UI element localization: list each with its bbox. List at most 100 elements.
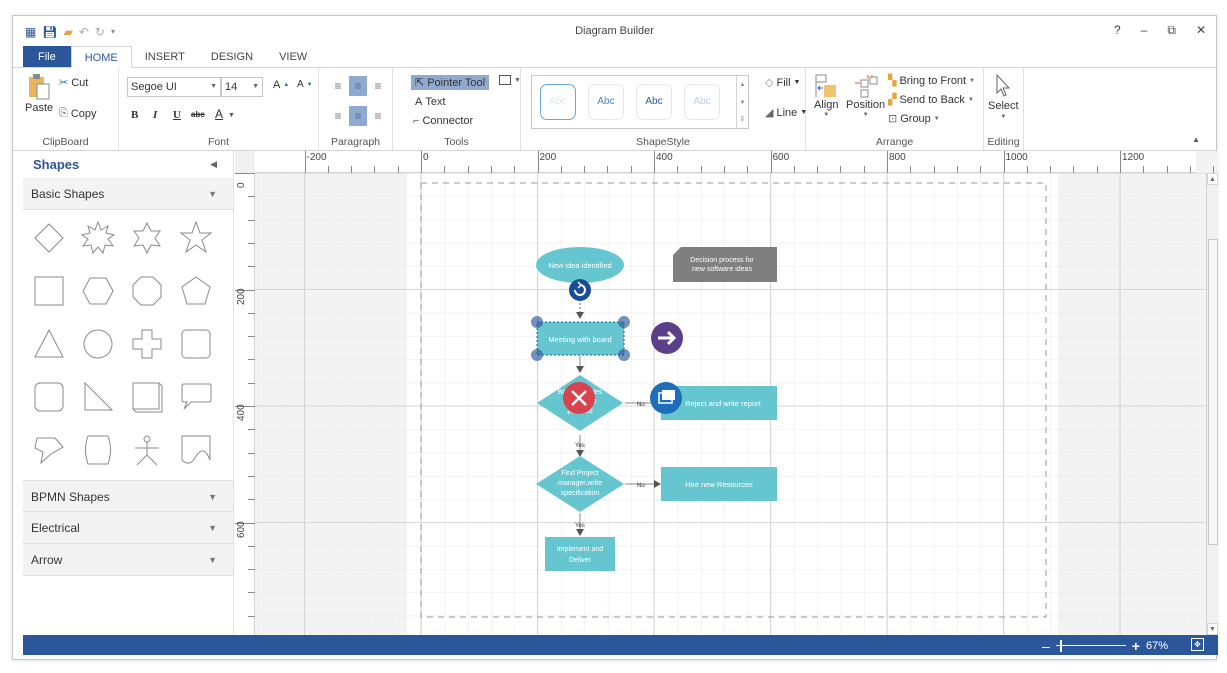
collapse-ribbon-icon[interactable]: ▲ xyxy=(1192,135,1200,144)
cut-button[interactable]: ✂ Cut xyxy=(59,76,88,90)
select-button[interactable]: Select ▼ xyxy=(988,74,1019,120)
shape-palette-octagon[interactable] xyxy=(127,271,167,311)
shape-style-item[interactable]: Abc xyxy=(636,84,672,120)
shape-palette-actor[interactable] xyxy=(127,430,167,470)
shape-palette-rounded-rectangle[interactable] xyxy=(29,377,69,417)
text-tool-button[interactable]: A Text xyxy=(415,96,446,108)
section-basic-shapes[interactable]: Basic Shapes ▼ xyxy=(23,178,233,210)
ruler-minor-tick xyxy=(248,569,255,571)
copy-button[interactable]: ⎘ Copy xyxy=(59,107,97,120)
shape-palette-cube[interactable] xyxy=(127,377,167,417)
paste-button[interactable]: Paste xyxy=(25,74,53,114)
line-button[interactable]: ◢ Line ▼ xyxy=(765,106,807,120)
grow-font-button[interactable]: A ▲ xyxy=(273,79,289,91)
section-electrical[interactable]: Electrical ▼ xyxy=(23,512,233,544)
shape-style-item[interactable]: Abc xyxy=(684,84,720,120)
shape-palette-cross[interactable] xyxy=(127,324,167,364)
restore-icon[interactable]: ⧉ xyxy=(1167,23,1176,38)
tab-view[interactable]: VIEW xyxy=(266,46,320,68)
fill-button[interactable]: ◇ Fill ▼ xyxy=(765,76,800,90)
gallery-scrollbar[interactable]: ▲ ▼ ⊽ xyxy=(736,76,748,128)
collapse-panel-icon[interactable]: ◀ xyxy=(210,151,217,178)
node-start[interactable]: New idea identified xyxy=(536,247,624,283)
italic-button[interactable]: I xyxy=(153,109,157,121)
section-arrow[interactable]: Arrow ▼ xyxy=(23,544,233,576)
strikethrough-button[interactable]: abc xyxy=(191,110,205,119)
resize-handle[interactable] xyxy=(618,316,630,328)
zoom-in-button[interactable]: + xyxy=(1132,638,1140,654)
bold-button[interactable]: B xyxy=(131,109,138,121)
minimize-icon[interactable]: – xyxy=(1141,23,1148,38)
shape-palette-six-point-star[interactable] xyxy=(127,218,167,258)
resize-handle[interactable] xyxy=(531,349,543,361)
diagram-canvas[interactable]: -200 0 200 400 600 800 1000 1200 0 200 400 600 xyxy=(235,151,1218,635)
node-meeting[interactable]: Meeting with board xyxy=(536,321,625,356)
shape-palette-callout[interactable] xyxy=(29,430,69,470)
zoom-slider-thumb[interactable] xyxy=(1060,640,1063,652)
underline-button[interactable]: U xyxy=(173,109,181,121)
node-annotation[interactable]: Decision process for new software ideas xyxy=(673,247,777,282)
bring-to-front-button[interactable]: ▚ Bring to Front ▼ xyxy=(888,74,975,88)
align-middle-button[interactable]: ≡ xyxy=(349,76,367,96)
shape-palette-hexagon[interactable] xyxy=(78,271,118,311)
shape-palette-square[interactable] xyxy=(29,271,69,311)
resize-handle[interactable] xyxy=(618,349,630,361)
position-button[interactable]: Position ▼ xyxy=(846,74,885,118)
connector-tool-button[interactable]: ⌐ Connector xyxy=(413,115,473,127)
shape-palette-rounded-square[interactable] xyxy=(176,324,216,364)
scroll-up-icon[interactable]: ▲ xyxy=(737,76,748,94)
font-family-select[interactable]: Segoe UI ▼ xyxy=(127,77,221,97)
tab-home[interactable]: HOME xyxy=(70,46,132,68)
shape-palette-wave-document[interactable] xyxy=(176,430,216,470)
shrink-font-icon: A xyxy=(297,79,304,90)
section-bpmn-shapes[interactable]: BPMN Shapes ▼ xyxy=(23,480,233,512)
shape-palette-five-point-star[interactable] xyxy=(176,218,216,258)
tab-design[interactable]: DESIGN xyxy=(198,46,266,68)
tab-insert[interactable]: INSERT xyxy=(132,46,198,68)
send-to-back-button[interactable]: ▞ Send to Back ▼ xyxy=(888,93,974,107)
help-icon[interactable]: ? xyxy=(1114,23,1121,38)
tab-file[interactable]: File xyxy=(23,46,71,68)
zoom-slider[interactable] xyxy=(1055,639,1126,653)
close-icon[interactable]: ✕ xyxy=(1196,23,1206,38)
quick-connect-button[interactable] xyxy=(651,322,683,354)
shape-style-item[interactable]: Abc xyxy=(588,84,624,120)
scroll-up-icon[interactable]: ▲ xyxy=(1207,173,1218,185)
scroll-down-icon[interactable]: ▼ xyxy=(1207,623,1218,635)
copy-button[interactable] xyxy=(650,382,682,414)
scroll-down-icon[interactable]: ▼ xyxy=(737,94,748,112)
align-center-button[interactable]: ≡ xyxy=(349,106,367,126)
node-hire[interactable]: Hire new Resources xyxy=(661,467,777,501)
align-right-button[interactable]: ≡ xyxy=(369,106,387,126)
shape-palette-barrel[interactable] xyxy=(78,430,118,470)
shape-palette-burst[interactable] xyxy=(78,218,118,258)
shape-palette-pentagon[interactable] xyxy=(176,271,216,311)
diagram-surface[interactable]: No Yes No Yes New idea identified Decisi… xyxy=(255,173,1206,635)
align-bottom-button[interactable]: ≡ xyxy=(369,76,387,96)
rotate-handle[interactable] xyxy=(569,279,591,301)
pointer-tool-button[interactable]: ⇱ Pointer Tool xyxy=(411,75,490,90)
font-color-button[interactable]: A xyxy=(215,107,223,121)
shrink-font-button[interactable]: A ▼ xyxy=(297,79,313,90)
resize-handle[interactable] xyxy=(531,316,543,328)
shape-palette-triangle[interactable] xyxy=(29,324,69,364)
shape-style-item[interactable]: Abc xyxy=(540,84,576,120)
shape-palette-right-triangle[interactable] xyxy=(78,377,118,417)
node-implement[interactable]: Implement and Deliver xyxy=(545,537,615,571)
delete-button[interactable] xyxy=(563,382,595,414)
shape-palette-diamond[interactable] xyxy=(29,218,69,258)
shape-palette-circle[interactable] xyxy=(78,324,118,364)
align-button[interactable]: Align ▼ xyxy=(814,74,838,118)
shape-tool-dropdown[interactable]: ▼ xyxy=(499,75,521,85)
gallery-expand-icon[interactable]: ⊽ xyxy=(737,112,748,128)
scrollbar-thumb[interactable] xyxy=(1208,239,1218,545)
fit-to-page-icon[interactable]: ✥ xyxy=(1191,638,1204,651)
shape-palette-speech-bubble[interactable] xyxy=(176,377,216,417)
font-size-select[interactable]: 14 ▼ xyxy=(221,77,263,97)
group-button[interactable]: ⊡ Group ▼ xyxy=(888,112,940,126)
align-left-button[interactable]: ≡ xyxy=(329,106,347,126)
bring-to-front-label: Bring to Front xyxy=(899,74,967,87)
vertical-scrollbar[interactable]: ▲ ▼ xyxy=(1206,173,1218,635)
align-top-button[interactable]: ≡ xyxy=(329,76,347,96)
zoom-out-button[interactable]: – xyxy=(1042,638,1050,654)
